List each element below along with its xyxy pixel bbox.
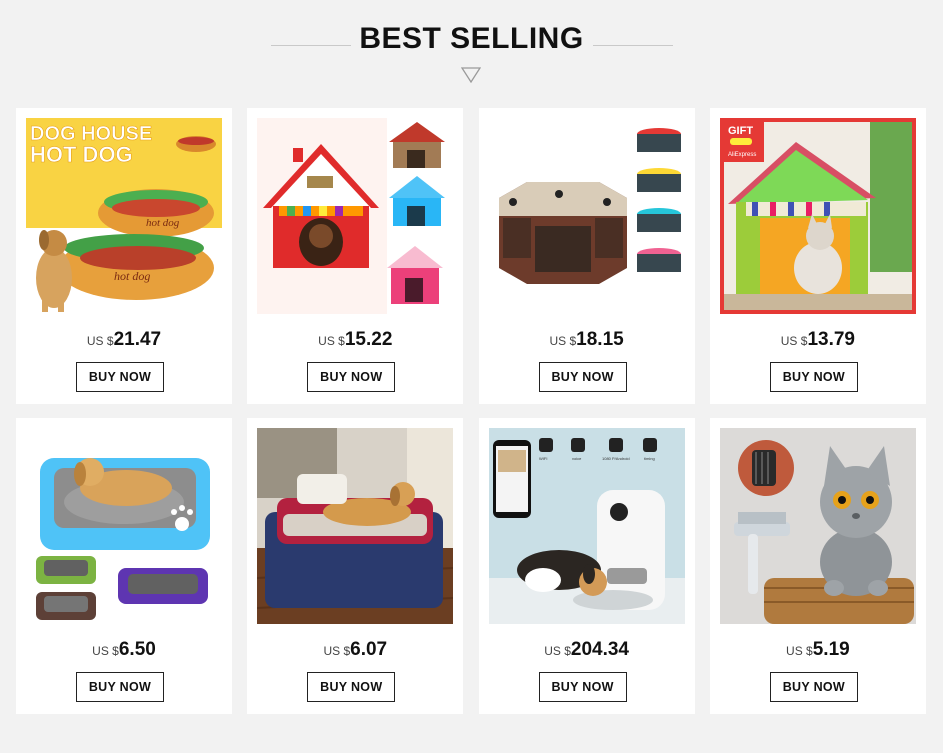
buy-now-button[interactable]: BUY NOW [307,362,396,392]
buy-now-button[interactable]: BUY NOW [538,672,627,702]
product-card[interactable]: US $6.50 BUY NOW [16,418,232,714]
product-price: US $5.19 [710,639,926,661]
section-title: BEST SELLING [359,22,584,55]
product-grid: DOG HOUSE HOT DOG hot dog hot dog US $21… [16,108,928,714]
octagon-pet-playpen-image [488,118,685,314]
product-card[interactable]: US $5.19 BUY NOW [709,418,926,714]
product-image[interactable] [488,118,685,314]
navy-red-dog-bed-image [257,428,454,624]
best-selling-page: BEST SELLING DOG HOUSE HOT DOG hot dog h… [0,0,943,753]
product-price: US $21.47 [16,329,232,351]
cat-grooming-comb-image [719,428,916,624]
currency-label: US $ [86,334,114,348]
buy-now-button[interactable]: BUY NOW [76,672,164,702]
product-image[interactable] [26,428,222,624]
product-card[interactable]: US $6.07 BUY NOW [247,418,464,714]
image-text: AliExpress [728,152,756,158]
product-price: US $13.79 [710,329,926,351]
green-house-cat-bed-image: GIFT AliExpress [719,118,916,314]
price-amount: 13.79 [807,329,855,350]
product-card[interactable]: US $18.15 BUY NOW [478,108,695,404]
product-image[interactable]: GIFT AliExpress [719,118,916,314]
header-divider-right [593,45,673,46]
buy-now-button[interactable]: BUY NOW [769,672,858,702]
image-text: voice [572,456,582,461]
product-image[interactable] [257,428,454,624]
buy-now-button[interactable]: BUY NOW [769,362,858,392]
product-image[interactable] [719,428,916,624]
currency-label: US $ [549,334,577,348]
image-text: 1080 P/Android [602,456,630,461]
price-amount: 18.15 [576,329,624,350]
currency-label: US $ [780,334,808,348]
product-card[interactable]: WIFI voice 1080 P/Android timing US $204… [478,418,695,714]
product-image[interactable] [257,118,454,314]
buy-now-button[interactable]: BUY NOW [538,362,627,392]
product-price: US $204.34 [479,639,695,661]
product-price: US $6.07 [247,639,463,661]
currency-label: US $ [544,644,571,658]
product-image[interactable]: WIFI voice 1080 P/Android timing [488,428,685,624]
product-price: US $18.15 [479,329,695,351]
price-amount: 15.22 [344,329,393,350]
currency-label: US $ [318,334,345,348]
product-image[interactable]: DOG HOUSE HOT DOG hot dog hot dog [26,118,222,314]
price-amount: 6.50 [118,639,156,660]
product-price: US $6.50 [16,639,232,661]
buy-now-button[interactable]: BUY NOW [307,672,396,702]
product-card[interactable]: GIFT AliExpress US $13.79 BUY NOW [709,108,926,404]
buy-now-button[interactable]: BUY NOW [76,362,164,392]
price-amount: 204.34 [570,639,629,660]
price-amount: 5.19 [812,639,850,660]
price-amount: 21.47 [113,329,162,350]
down-triangle-icon [461,67,481,83]
currency-label: US $ [323,644,351,658]
image-text: hot dog [146,217,180,229]
product-card[interactable]: DOG HOUSE HOT DOG hot dog hot dog US $21… [16,108,232,404]
currency-label: US $ [786,644,813,658]
image-text: timing [644,456,655,461]
image-text: WIFI [539,456,547,461]
product-card[interactable]: US $15.22 BUY NOW [247,108,464,404]
currency-label: US $ [92,644,119,658]
product-price: US $15.22 [247,329,463,351]
hot-dog-dog-bed-image: DOG HOUSE HOT DOG hot dog hot dog [26,118,222,314]
image-text: hot dog [114,269,150,283]
price-amount: 6.07 [350,639,388,660]
blue-paw-dog-bed-image [26,428,222,624]
red-cottage-pet-house-image [257,118,454,314]
image-text: GIFT [728,125,753,137]
image-text: HOT DOG [30,142,133,167]
section-header: BEST SELLING [0,0,943,100]
smart-pet-feeder-image: WIFI voice 1080 P/Android timing [488,428,685,624]
